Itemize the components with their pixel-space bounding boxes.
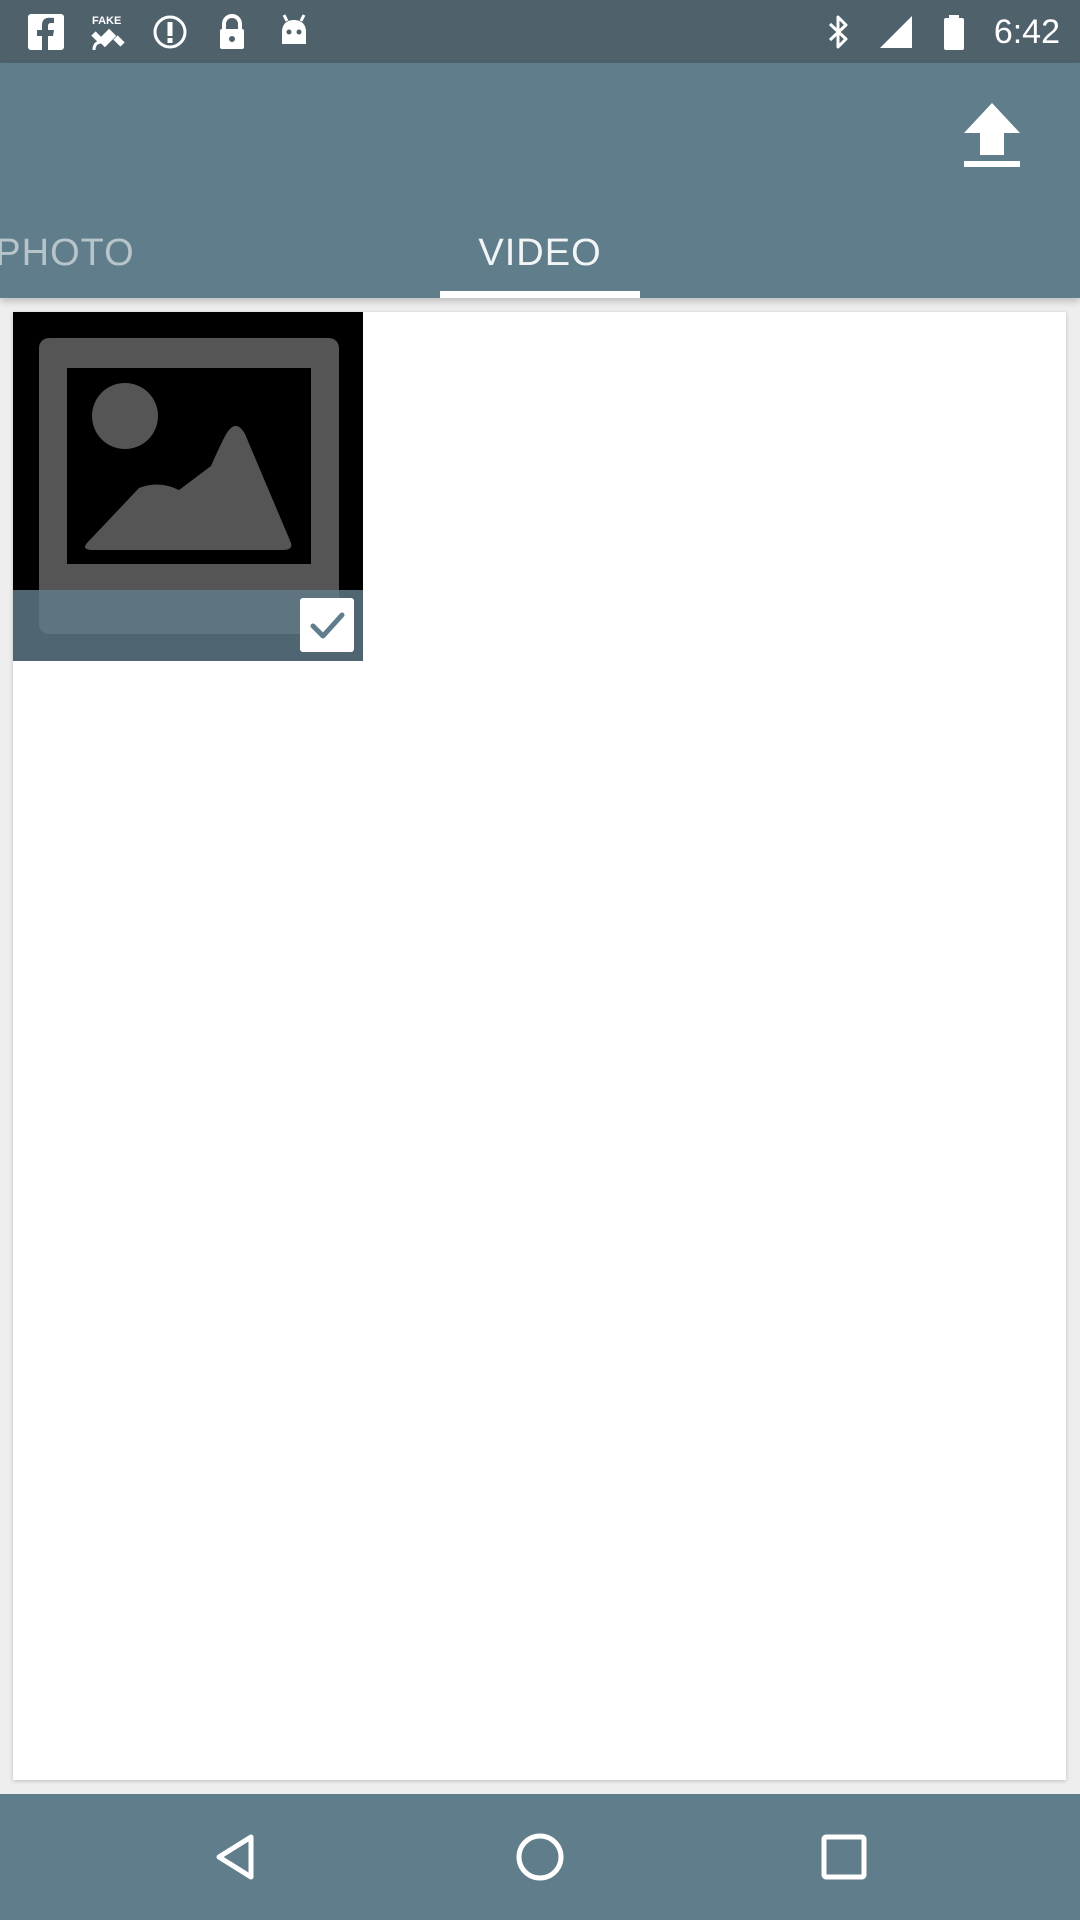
tab-photo[interactable]: PHOTO: [0, 208, 200, 298]
svg-text:FAKE: FAKE: [92, 15, 121, 27]
upload-icon: [964, 103, 1020, 167]
facebook-icon: [26, 12, 66, 52]
info-circle-icon: [150, 12, 190, 52]
status-left-icons: FAKE: [26, 12, 336, 52]
tab-video-label: VIDEO: [478, 231, 602, 274]
upload-button[interactable]: [950, 93, 1034, 177]
back-icon: [216, 1834, 254, 1880]
nav-back-button[interactable]: [206, 1827, 266, 1887]
nav-recents-button[interactable]: [814, 1827, 874, 1887]
lock-icon: [212, 12, 252, 52]
status-bar: FAKE 6:42: [0, 0, 1080, 63]
tab-bar: PHOTO VIDEO: [0, 208, 1080, 298]
tab-selected-indicator: [440, 291, 640, 298]
media-grid: [13, 312, 1066, 1780]
media-item[interactable]: [13, 312, 363, 661]
navigation-bar: [0, 1794, 1080, 1920]
status-right-area: 6:42: [800, 10, 1060, 54]
app-bar: PHOTO VIDEO: [0, 63, 1080, 298]
recents-icon: [821, 1834, 867, 1880]
bluetooth-icon: [818, 12, 858, 52]
android-icon: [274, 12, 314, 52]
fake-gps-icon: FAKE: [88, 12, 128, 52]
home-icon: [516, 1833, 564, 1881]
signal-icon: [876, 12, 916, 52]
item-checkbox[interactable]: [300, 598, 354, 652]
tab-photo-label: PHOTO: [0, 231, 135, 274]
nav-home-button[interactable]: [510, 1827, 570, 1887]
status-time: 6:42: [993, 12, 1060, 51]
battery-icon: [934, 12, 974, 52]
checkmark-icon: [310, 612, 345, 639]
tab-video[interactable]: VIDEO: [440, 208, 640, 298]
